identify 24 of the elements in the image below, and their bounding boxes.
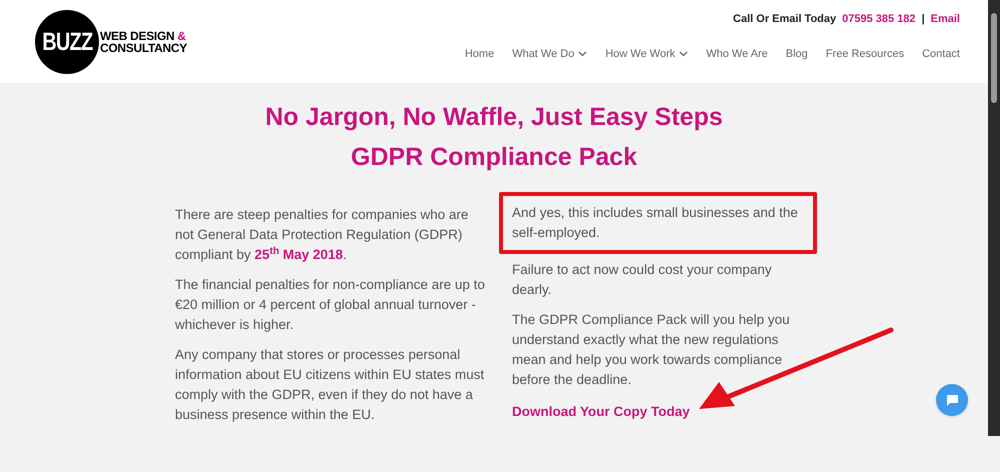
nav-link[interactable]: Blog [786, 46, 808, 62]
body-paragraph: There are steep penalties for companies who are not General Data Protection Regulation (GDPR) compliant by 25$^{th}$ May 2018. [175, 206, 470, 264]
separator: | [922, 12, 925, 27]
body-paragraph: Any company that stores or processes personal information about EU citizens within EU states must comply with the GDPR, even if they do not have a business presence within the EU. [175, 346, 485, 424]
logo-ampersand: & [177, 30, 186, 42]
nav-link[interactable]: Contact [922, 46, 960, 62]
body-paragraph: And yes, this includes small businesses and the self-employed. [512, 204, 799, 242]
nav-link[interactable]: Home [464, 46, 494, 62]
body-paragraph: Failure to act now could cost your company dearly. [512, 261, 773, 299]
phone-link[interactable]: 07595 385 182 [842, 11, 916, 28]
download-link[interactable]: Download Your Copy Today [512, 402, 690, 422]
nav-link[interactable]: Who We Are [706, 46, 768, 62]
email-link[interactable]: Email [930, 11, 960, 28]
logo-mark: BUZZ [42, 30, 92, 54]
contact-label: Call Or Email Today [733, 12, 836, 27]
body-paragraph: The GDPR Compliance Pack will you help you understand exactly what the new regulations mean and help you work towards compliance before the deadline. [512, 311, 791, 389]
page-heading: No Jargon, No Waffle, Just Easy Steps [265, 102, 723, 133]
logo-text: CONSULTANCY [100, 42, 187, 54]
nav-link[interactable]: Free Resources [826, 46, 904, 62]
logo-text: WEB DESIGN [100, 30, 174, 42]
body-paragraph: The financial penalties for non-compliance are up to €20 million or 4 percent of global annual turnover - whichever is higher. [175, 276, 485, 334]
page-heading: GDPR Compliance Pack [350, 142, 638, 173]
nav-link[interactable]: What We Do [512, 46, 588, 62]
nav-link[interactable]: How We Work [605, 46, 688, 62]
